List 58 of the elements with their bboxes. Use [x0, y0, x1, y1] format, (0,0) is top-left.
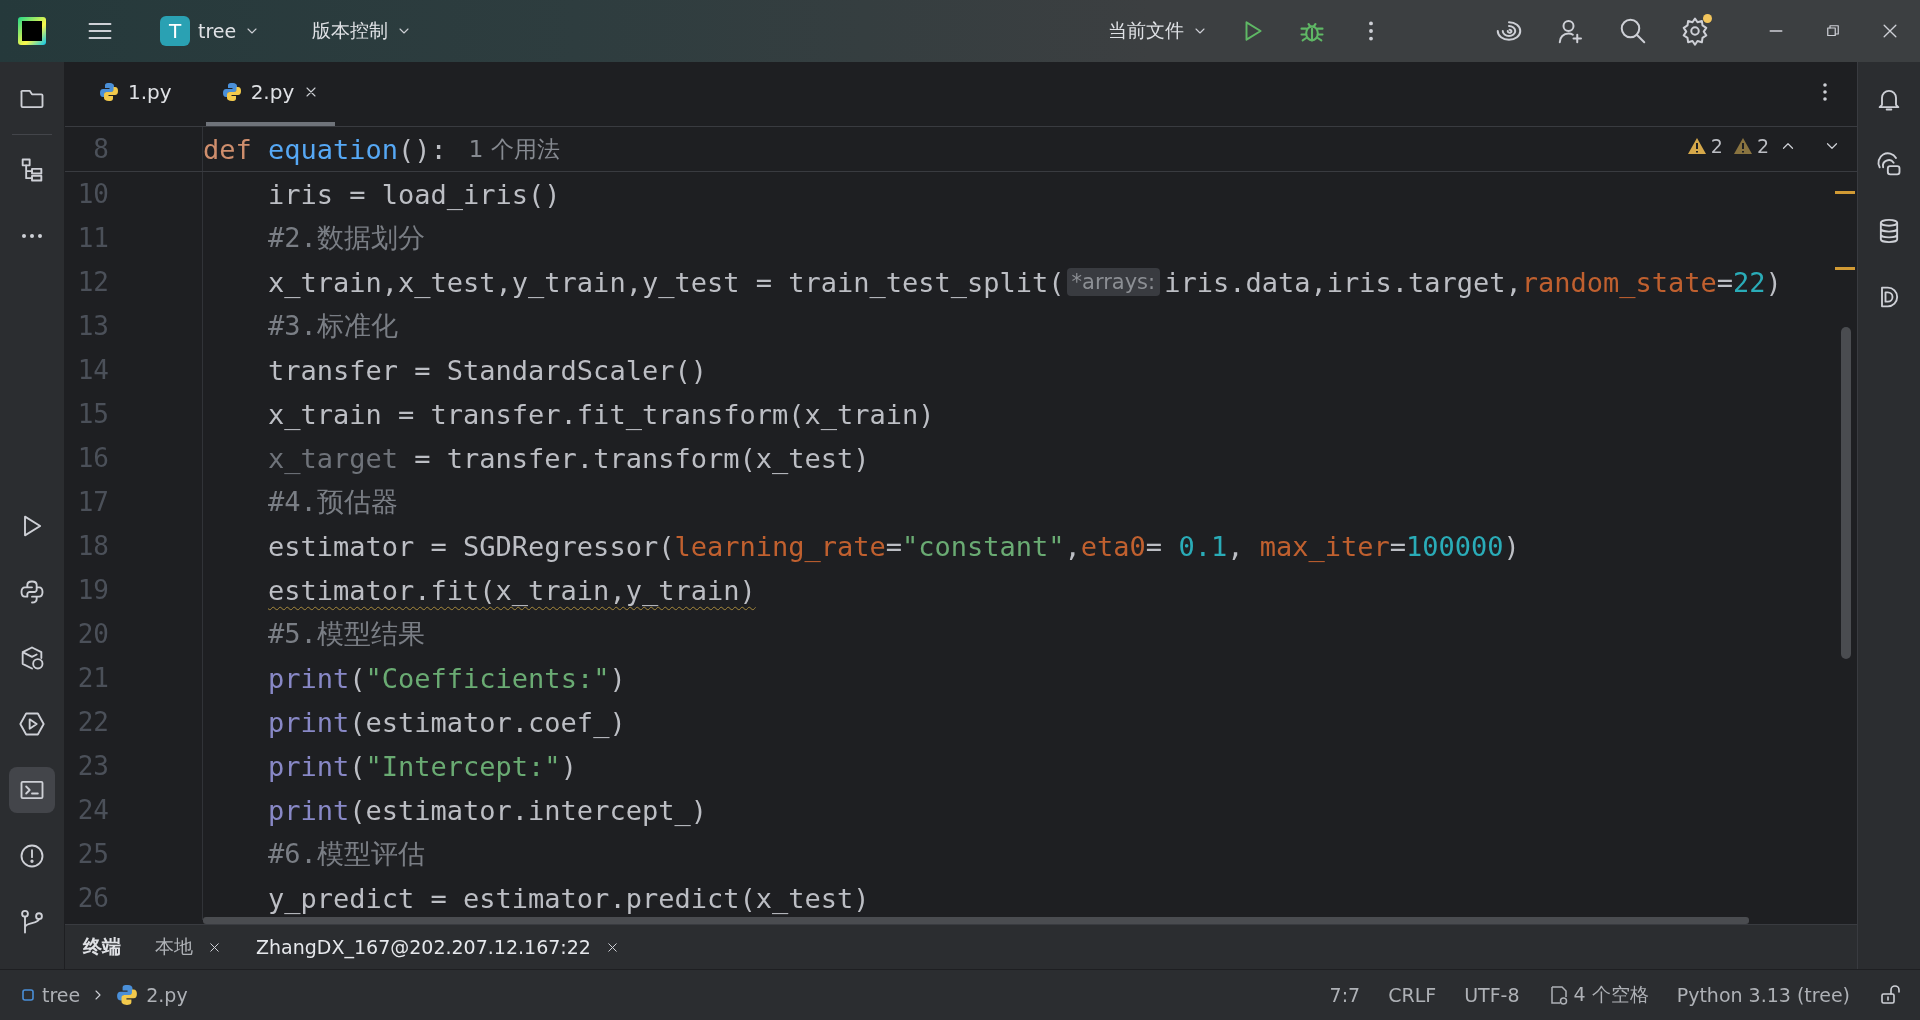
tool-window-title: 终端	[83, 934, 121, 959]
code-line: x_train,x_test,y_train,y_test = train_test_split(	[268, 266, 1065, 298]
warning-counter[interactable]: 2	[1686, 135, 1723, 157]
code-line: transfer = StandardScaler()	[268, 354, 707, 386]
editor-tab[interactable]: 1.py	[83, 62, 188, 126]
more-icon	[21, 233, 43, 239]
breadcrumb[interactable]: tree	[22, 984, 81, 1006]
terminal-tab[interactable]: ZhangDX_167@202.207.12.167:22	[256, 936, 620, 958]
status-item[interactable]: Python 3.13 (tree)	[1676, 984, 1850, 1006]
status-item[interactable]: CRLF	[1388, 984, 1437, 1006]
status-item[interactable]: 7:7	[1329, 984, 1361, 1006]
warning-icon	[1686, 136, 1707, 156]
code-line: iris = load_iris()	[268, 178, 561, 210]
code-line: x_train = transfer.fit_transform(x_train)	[268, 398, 935, 430]
warning-marker[interactable]	[1835, 191, 1855, 194]
scrollbar[interactable]	[203, 917, 1749, 924]
code-line: iris.data,iris.target,random_state=22)	[1164, 266, 1782, 298]
editor-tab[interactable]: 2.py	[205, 62, 336, 126]
usages-link[interactable]: 1 个用法	[468, 133, 560, 165]
code-line: estimator = SGDRegressor(learning_rate="constant",eta0= 0.1, max_iter=100000)	[268, 530, 1520, 562]
python-console-icon	[18, 578, 46, 606]
python-file-icon	[221, 82, 242, 102]
indent-widget[interactable]: 4 个空格	[1547, 982, 1649, 1008]
code-line: y_predict = estimator.predict(x_test)	[268, 882, 870, 914]
status-item[interactable]: UTF-8	[1464, 984, 1520, 1006]
unlock-icon[interactable]	[1878, 983, 1902, 1007]
vcs-menu[interactable]: 版本控制	[304, 12, 421, 50]
code-line: #4.预估器	[268, 485, 398, 519]
terminal-tool[interactable]	[9, 767, 55, 813]
code-line: print("Coefficients:")	[268, 662, 626, 694]
code-line: #5.模型结果	[268, 617, 425, 651]
code-line: #3.标准化	[268, 309, 398, 343]
settings-icon[interactable]	[1680, 16, 1710, 46]
code-line: print(estimator.intercept_)	[268, 794, 707, 826]
weak-warning-counter[interactable]: 2	[1732, 135, 1769, 157]
terminal-tab[interactable]: 本地	[155, 934, 222, 960]
python-file-icon	[99, 82, 119, 102]
services-icon	[18, 710, 46, 738]
breadcrumb[interactable]: 2.py	[116, 984, 188, 1006]
run-config-selector[interactable]: 当前文件	[1100, 12, 1216, 50]
project-selector[interactable]: T tree	[152, 10, 269, 52]
warning-icon	[1732, 136, 1753, 156]
code-line: print("Intercept:")	[268, 750, 577, 782]
code-line: #6.模型评估	[268, 837, 425, 871]
code-line: def equation():	[203, 133, 447, 165]
search-icon[interactable]	[1618, 16, 1648, 46]
python-file-icon	[116, 984, 139, 1006]
inlay-hint: *arrays:	[1066, 268, 1161, 296]
git-branch-icon	[18, 908, 46, 936]
scrollbar[interactable]	[1841, 327, 1851, 659]
code-line: print(estimator.coef_)	[268, 706, 626, 738]
code-line: x_target = transfer.transform(x_test)	[268, 442, 870, 474]
code-line: #2.数据划分	[268, 221, 425, 255]
app-logo[interactable]	[18, 17, 46, 45]
problems-icon	[18, 842, 46, 870]
warning-marker[interactable]	[1835, 267, 1855, 270]
code-line: estimator.fit(x_train,y_train)	[268, 574, 756, 606]
project-icon	[22, 989, 34, 1001]
